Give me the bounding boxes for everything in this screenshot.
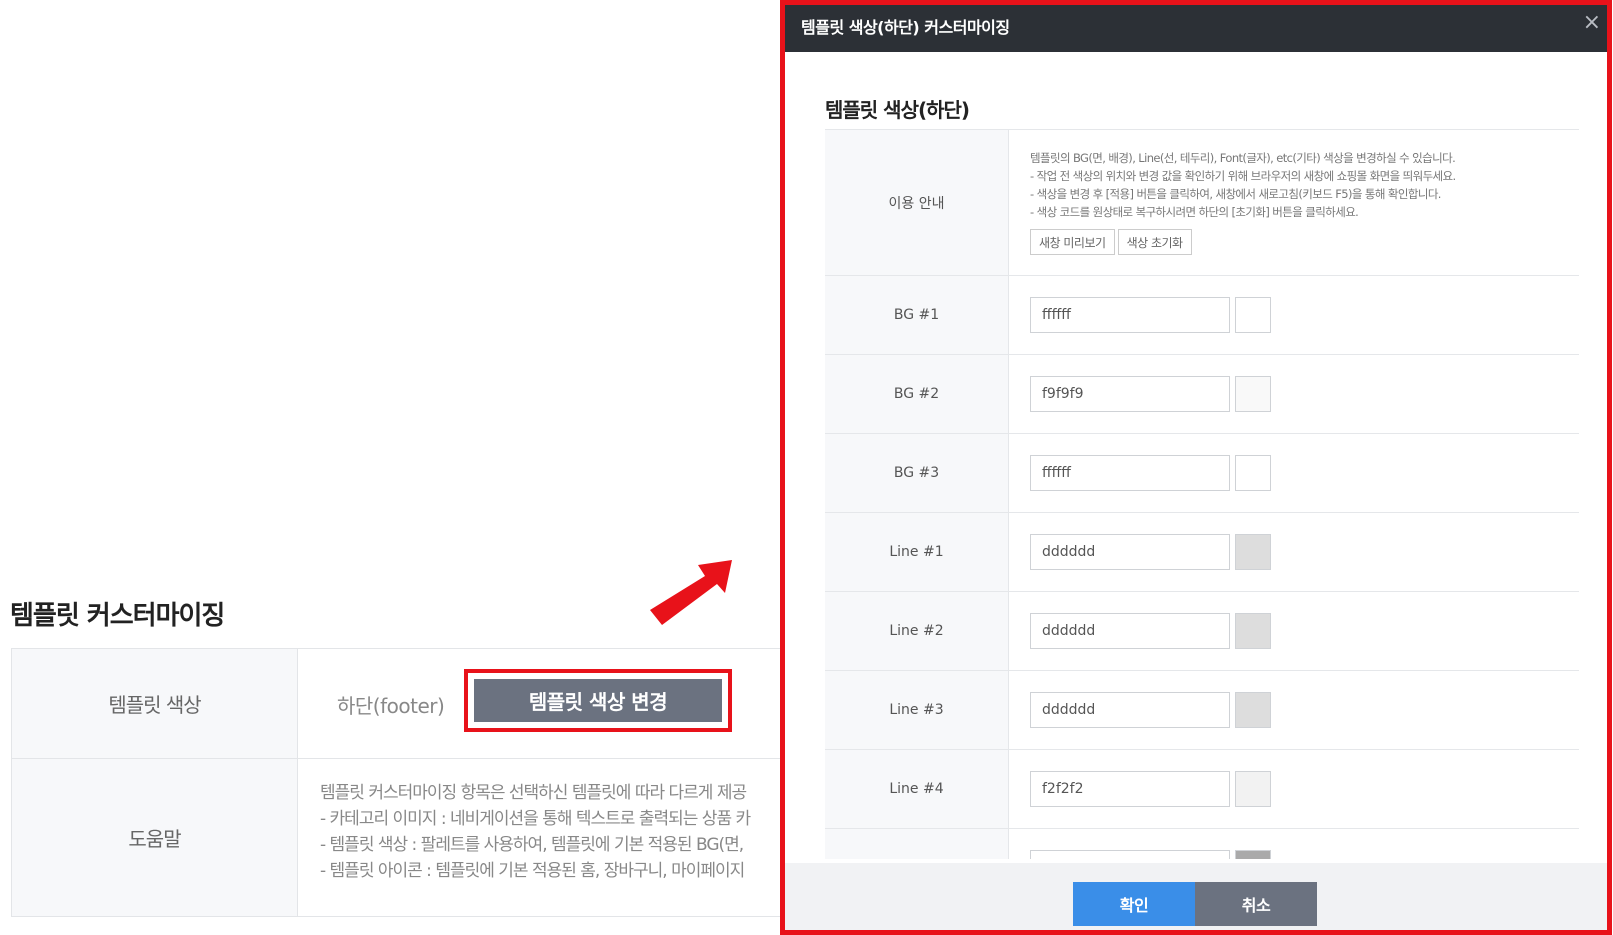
modal-footer: 확인 취소: [785, 863, 1607, 930]
color-row-line-1: Line #1: [825, 512, 1579, 591]
color-swatch[interactable]: [1235, 376, 1271, 412]
modal-title: 템플릿 색상(하단) 커스터마이징: [801, 18, 1010, 37]
color-value-cell: [1009, 434, 1579, 512]
color-code-input[interactable]: [1030, 613, 1230, 649]
template-color-label: 템플릿 색상: [11, 648, 298, 759]
color-swatch[interactable]: [1235, 692, 1271, 728]
color-swatch[interactable]: [1235, 850, 1271, 859]
color-value-cell: [1009, 750, 1579, 828]
color-value-cell: [1009, 276, 1579, 354]
color-label: Line #4: [825, 750, 1009, 828]
color-row-line-4: Line #4: [825, 749, 1579, 828]
guide-buttons: 새창 미리보기 색상 초기화: [1030, 229, 1579, 255]
color-code-input[interactable]: [1030, 771, 1230, 807]
help-line: - 카테고리 이미지 : 네비게이션을 통해 텍스트로 출력되는 상품 카: [320, 809, 751, 829]
color-value-cell: [1009, 513, 1579, 591]
confirm-button[interactable]: 확인: [1073, 882, 1195, 926]
color-code-input[interactable]: [1030, 692, 1230, 728]
color-code-input[interactable]: [1030, 534, 1230, 570]
modal-section-title: 템플릿 색상(하단): [825, 98, 970, 122]
color-value-cell: [1009, 829, 1579, 859]
reset-colors-button[interactable]: 색상 초기화: [1117, 229, 1192, 255]
usage-guide-content: 템플릿의 BG(면, 배경), Line(선, 테두리), Font(글자), …: [1009, 130, 1579, 275]
usage-guide-label: 이용 안내: [825, 130, 1009, 275]
color-value-cell: [1009, 592, 1579, 670]
help-line: - 템플릿 아이콘 : 템플릿에 기본 적용된 홈, 장바구니, 마이페이지: [320, 861, 745, 881]
help-line: 템플릿 커스터마이징 항목은 선택하신 템플릿에 따라 다르게 제공: [320, 783, 747, 803]
color-label: Line #1: [825, 513, 1009, 591]
color-row-bg-3: BG #3: [825, 433, 1579, 512]
color-row-bg-2: BG #2: [825, 354, 1579, 433]
color-code-input[interactable]: [1030, 376, 1230, 412]
color-customizing-modal: 템플릿 색상(하단) 커스터마이징 × 템플릿 색상(하단) 이용 안내 템플릿…: [780, 0, 1612, 935]
modal-header: 템플릿 색상(하단) 커스터마이징 ×: [785, 5, 1607, 52]
color-row-partial: [825, 828, 1579, 859]
cancel-button[interactable]: 취소: [1195, 882, 1317, 926]
color-label: Line #3: [825, 671, 1009, 749]
guide-line: 템플릿의 BG(면, 배경), Line(선, 테두리), Font(글자), …: [1030, 151, 1456, 165]
color-label: BG #1: [825, 276, 1009, 354]
color-swatch[interactable]: [1235, 613, 1271, 649]
color-swatch[interactable]: [1235, 771, 1271, 807]
color-row-line-3: Line #3: [825, 670, 1579, 749]
red-arrow-icon: [650, 560, 732, 625]
color-swatch[interactable]: [1235, 297, 1271, 333]
color-label: Line #2: [825, 592, 1009, 670]
help-text: 템플릿 커스터마이징 항목은 선택하신 템플릿에 따라 다르게 제공 - 카테고…: [320, 780, 780, 884]
color-code-input[interactable]: [1030, 850, 1230, 859]
preview-new-window-button[interactable]: 새창 미리보기: [1030, 229, 1115, 255]
color-row-bg-1: BG #1: [825, 275, 1579, 354]
guide-line: - 색상을 변경 후 [적용] 버튼을 클릭하여, 새창에서 새로고침(키보드 …: [1030, 187, 1441, 201]
usage-guide-row: 이용 안내 템플릿의 BG(면, 배경), Line(선, 테두리), Font…: [825, 129, 1579, 275]
color-swatch[interactable]: [1235, 534, 1271, 570]
color-label: [825, 829, 1009, 859]
help-label: 도움말: [11, 758, 298, 917]
close-icon[interactable]: ×: [1583, 11, 1601, 35]
help-line: - 템플릿 색상 : 팔레트를 사용하여, 템플릿에 기본 적용된 BG(면,: [320, 835, 744, 855]
color-row-line-2: Line #2: [825, 591, 1579, 670]
color-value-cell: [1009, 355, 1579, 433]
footer-section-label: 하단(footer): [337, 694, 445, 718]
guide-line: - 작업 전 색상의 위치와 변경 값을 확인하기 위해 브라우저의 새창에 쇼…: [1030, 169, 1456, 183]
color-code-input[interactable]: [1030, 455, 1230, 491]
guide-line: - 색상 코드를 원상태로 복구하시려면 하단의 [초기화] 버튼을 클릭하세요…: [1030, 205, 1359, 219]
color-swatch[interactable]: [1235, 455, 1271, 491]
color-label: BG #3: [825, 434, 1009, 512]
color-settings-table[interactable]: 이용 안내 템플릿의 BG(면, 배경), Line(선, 테두리), Font…: [825, 129, 1579, 859]
change-template-color-button[interactable]: 템플릿 색상 변경: [474, 679, 722, 722]
color-label: BG #2: [825, 355, 1009, 433]
color-value-cell: [1009, 671, 1579, 749]
page-title: 템플릿 커스터마이징: [10, 601, 225, 631]
color-code-input[interactable]: [1030, 297, 1230, 333]
